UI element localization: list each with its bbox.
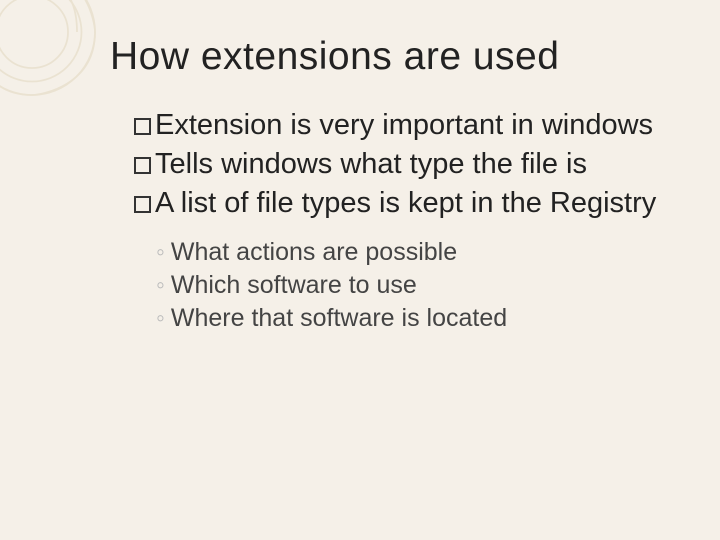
ring-bullet-icon: ◦	[156, 304, 165, 332]
square-bullet-icon	[134, 196, 151, 213]
ring-bullet-icon: ◦	[156, 238, 165, 266]
bullet-item: Extension is very important in windows	[134, 107, 680, 144]
sub-bullet-text: Which software to use	[171, 271, 417, 299]
bullet-text: Tells windows what type the file is	[155, 148, 587, 180]
ring-bullet-icon: ◦	[156, 271, 165, 299]
square-bullet-icon	[134, 118, 151, 135]
bullet-text: A list of file types is kept in the Regi…	[155, 187, 656, 219]
primary-bullets: Extension is very important in windows T…	[134, 107, 680, 335]
sub-bullet-item: ◦Where that software is located	[156, 302, 680, 335]
slide-content: How extensions are used Extension is ver…	[0, 0, 720, 540]
sub-bullet-text: What actions are possible	[171, 238, 457, 266]
bullet-item: A list of file types is kept in the Regi…	[134, 185, 680, 222]
sub-bullet-item: ◦Which software to use	[156, 269, 680, 302]
square-bullet-icon	[134, 157, 151, 174]
sub-bullet-text: Where that software is located	[171, 304, 507, 332]
secondary-bullets: ◦What actions are possible ◦Which softwa…	[156, 236, 680, 335]
slide-title: How extensions are used	[110, 35, 680, 79]
sub-bullet-item: ◦What actions are possible	[156, 236, 680, 269]
bullet-text: Extension is very important in windows	[155, 109, 653, 141]
bullet-item: Tells windows what type the file is	[134, 146, 680, 183]
